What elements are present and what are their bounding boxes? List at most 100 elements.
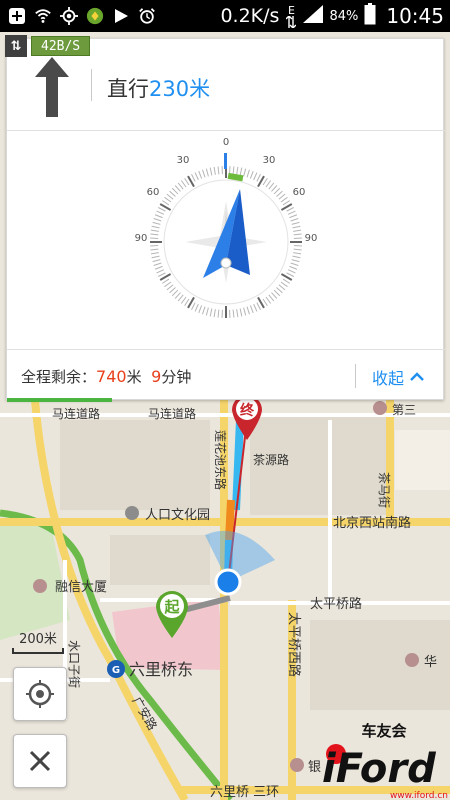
compass-tick xyxy=(249,305,254,314)
compass-tick xyxy=(150,248,159,251)
road-label: 水口子街 xyxy=(67,640,81,688)
compass-tick xyxy=(184,177,190,186)
compass-tick xyxy=(166,193,174,200)
remaining-text: 全程剩余：740米 9分钟 xyxy=(21,366,191,387)
compass-tick xyxy=(158,272,166,277)
straight-arrow-icon xyxy=(35,57,69,117)
compass-tick xyxy=(191,174,196,182)
north-marker xyxy=(224,153,227,169)
compass-tick xyxy=(262,177,268,186)
map-scale-label: 200米 xyxy=(19,632,57,647)
compass-tick xyxy=(293,252,302,255)
compass-tick xyxy=(194,172,199,181)
poi-label: 人口文化园 xyxy=(145,508,210,523)
signal-icon xyxy=(303,5,324,27)
compass-tick xyxy=(158,207,166,212)
compass-needle xyxy=(203,189,250,278)
compass-tick xyxy=(232,166,235,175)
compass-tick xyxy=(273,289,281,297)
compass-tick xyxy=(205,168,209,177)
road-label: 马连道路 xyxy=(52,406,100,421)
compass-tick xyxy=(280,281,288,288)
compass-label-left-60: 60 xyxy=(147,187,160,198)
compass-tick xyxy=(202,169,206,178)
compass-tick xyxy=(243,307,247,316)
road-label: 茶马街 xyxy=(377,472,392,508)
compass-tick xyxy=(265,296,272,304)
divider xyxy=(355,364,356,388)
compass-tick xyxy=(293,248,302,251)
gps-icon xyxy=(60,7,78,25)
road-label: 马连道路 xyxy=(148,406,196,421)
network-rate-badge: ⇅ 42B/S xyxy=(5,35,91,57)
watermark-brand: iFord xyxy=(322,746,436,792)
locate-button[interactable] xyxy=(13,667,67,721)
poi-label: 华 xyxy=(424,655,437,670)
app-notification-icon xyxy=(86,7,104,25)
wifi-question-icon xyxy=(34,7,52,25)
compass-tick xyxy=(276,287,283,294)
compass-label-left-30: 30 xyxy=(177,155,190,166)
remaining-summary: 全程剩余：740米 9分钟 收起 xyxy=(7,349,445,401)
battery-icon xyxy=(364,3,376,29)
compass-tick xyxy=(249,170,254,179)
compass-tick xyxy=(271,292,278,299)
compass-tick xyxy=(171,187,179,195)
poi-label: 融信大厦 xyxy=(55,580,107,595)
navigation-panel: ⇅ 42B/S 直行230米 0 30 30 60 60 90 90 全程剩余：… xyxy=(5,35,445,402)
add-notification-icon xyxy=(8,7,26,25)
compass-tick xyxy=(151,255,160,259)
compass-tick xyxy=(213,309,216,318)
data-activity-icon: E xyxy=(285,5,297,28)
turn-instruction: ⇅ 42B/S 直行230米 xyxy=(5,35,445,131)
compass-tick xyxy=(253,172,258,181)
compass-tick xyxy=(268,294,275,302)
compass-tick xyxy=(161,278,170,284)
instruction-text: 直行230米 xyxy=(107,73,210,103)
compass-tick xyxy=(209,167,213,176)
compass-label-right-60: 60 xyxy=(293,187,306,198)
park-poi-icon xyxy=(125,506,139,520)
poi-label: 第三 xyxy=(392,403,416,417)
compass-tick xyxy=(239,167,243,176)
road-label: 茶源路 xyxy=(253,452,289,467)
compass-tick xyxy=(152,221,161,225)
compass-tick xyxy=(286,272,294,277)
start-marker-label: 起 xyxy=(163,598,180,616)
compass-tick xyxy=(152,259,161,263)
remaining-time-unit: 分钟 xyxy=(161,368,192,386)
compass-tick xyxy=(278,193,286,200)
map-scale-bar xyxy=(12,648,64,654)
compass-tick xyxy=(169,287,176,294)
map-block xyxy=(395,430,450,490)
compass-tick xyxy=(280,196,288,203)
collapse-button[interactable]: 收起 xyxy=(372,365,424,389)
compass-tick xyxy=(246,306,250,315)
compass-tick xyxy=(174,185,181,192)
compass-tick xyxy=(153,218,162,222)
compass-tick xyxy=(202,306,206,315)
network-speed: 0.2K/s xyxy=(220,5,280,27)
compass-tick xyxy=(217,309,220,318)
compass-area: 0 30 30 60 60 90 90 xyxy=(7,131,445,349)
play-icon xyxy=(112,7,130,25)
compass-tick xyxy=(169,190,176,197)
brand-watermark: 车友会 iFord www.iford.cn xyxy=(322,722,448,800)
compass-tick xyxy=(194,303,199,312)
exit-navigation-button[interactable] xyxy=(13,734,67,788)
compass-tick xyxy=(232,309,235,318)
compass-tick xyxy=(236,166,239,175)
compass-tick xyxy=(236,309,239,318)
instruction-action: 直行 xyxy=(107,77,149,101)
compass-label-right-30: 30 xyxy=(263,155,276,166)
route-progress-bar xyxy=(7,398,445,402)
compass-tick xyxy=(150,233,159,236)
remaining-distance-unit: 米 xyxy=(126,368,142,386)
compass-tick xyxy=(198,170,203,179)
compass-tick xyxy=(151,225,160,229)
compass-tick xyxy=(177,294,184,302)
compass-tick xyxy=(156,210,165,215)
compass-tick xyxy=(293,233,302,236)
compass-tick xyxy=(239,308,243,317)
remaining-time: 9 xyxy=(151,367,162,386)
